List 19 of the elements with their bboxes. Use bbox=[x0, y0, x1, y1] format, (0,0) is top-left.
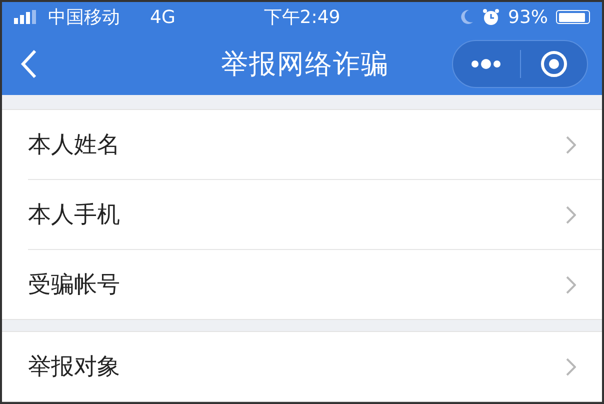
more-icon[interactable] bbox=[470, 58, 502, 70]
row-label: 本人姓名 bbox=[28, 131, 121, 160]
close-icon[interactable] bbox=[540, 50, 568, 78]
chevron-right-icon bbox=[566, 136, 576, 154]
carrier-name: 中国移动 bbox=[48, 6, 120, 30]
chevron-right-icon bbox=[566, 276, 576, 294]
chevron-right-icon bbox=[566, 358, 576, 376]
page-title: 举报网络诈骗 bbox=[220, 48, 390, 82]
battery-percent: 93% bbox=[508, 6, 548, 28]
back-icon[interactable] bbox=[20, 48, 38, 79]
row-label: 举报对象 bbox=[28, 353, 121, 382]
battery-icon bbox=[556, 10, 590, 24]
status-time: 下午2:49 bbox=[264, 6, 340, 30]
row-label: 受骗帐号 bbox=[28, 271, 121, 300]
network-type: 4G bbox=[150, 6, 176, 28]
chevron-right-icon bbox=[566, 206, 576, 224]
row-label: 本人手机 bbox=[28, 201, 121, 230]
moon-icon bbox=[460, 9, 474, 26]
alarm-icon bbox=[482, 8, 500, 26]
